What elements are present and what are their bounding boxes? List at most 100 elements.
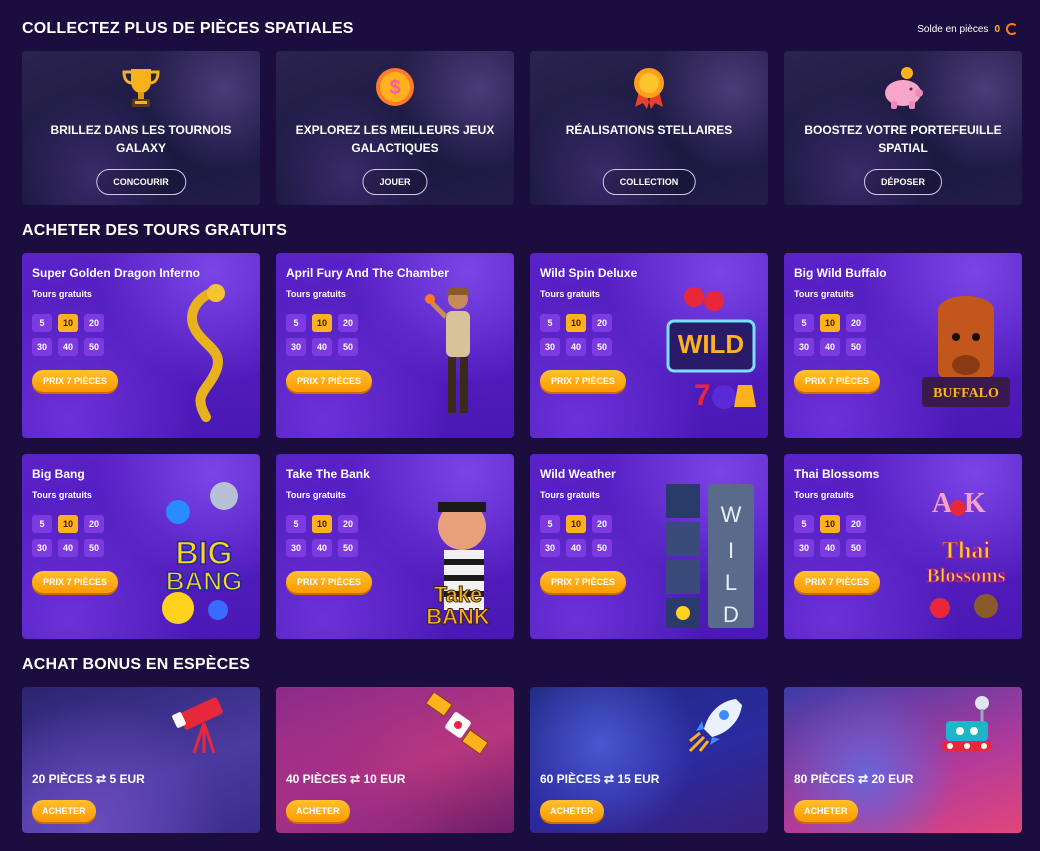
spin-option-5[interactable]: 5 xyxy=(286,314,306,332)
spin-option-30[interactable]: 30 xyxy=(794,539,814,557)
spin-option-30[interactable]: 30 xyxy=(286,338,306,356)
buy-button[interactable]: ACHETER xyxy=(286,800,350,822)
spin-option-10[interactable]: 10 xyxy=(58,314,78,332)
spin-option-10[interactable]: 10 xyxy=(566,515,586,533)
spin-option-30[interactable]: 30 xyxy=(32,539,52,557)
spin-option-50[interactable]: 50 xyxy=(84,338,104,356)
card-label: RÉALISATIONS STELLAIRES xyxy=(565,123,733,137)
spin-option-10[interactable]: 10 xyxy=(820,314,840,332)
spin-option-50[interactable]: 50 xyxy=(592,539,612,557)
price-button[interactable]: PRIX 7 PIÈCES xyxy=(32,370,119,392)
loading-spinner-icon xyxy=(1006,23,1018,35)
card-label: BOOSTEZ VOTRE PORTEFEUILLE SPATIAL xyxy=(804,123,1002,155)
spin-option-10[interactable]: 10 xyxy=(820,515,840,533)
bonus-card-60[interactable]: 60 PIÈCES ⇄ 15 EUR ACHETER xyxy=(530,687,768,833)
rover-icon xyxy=(942,696,992,751)
compete-button[interactable]: CONCOURIR xyxy=(96,169,186,195)
bonus-card-80[interactable]: 80 PIÈCES ⇄ 20 EUR ACHETER xyxy=(784,687,1022,833)
spin-option-40[interactable]: 40 xyxy=(820,539,840,557)
spin-option-40[interactable]: 40 xyxy=(820,338,840,356)
spin-options: 5 10 20 30 40 50 xyxy=(286,515,358,557)
spin-option-20[interactable]: 20 xyxy=(592,515,612,533)
svg-text:I: I xyxy=(728,538,734,563)
spin-option-5[interactable]: 5 xyxy=(286,515,306,533)
bonus-card-40[interactable]: 40 PIÈCES ⇄ 10 EUR ACHETER xyxy=(276,687,514,833)
spin-option-50[interactable]: 50 xyxy=(592,338,612,356)
spin-option-5[interactable]: 5 xyxy=(540,314,560,332)
spin-option-30[interactable]: 30 xyxy=(540,539,560,557)
spin-option-20[interactable]: 20 xyxy=(84,314,104,332)
spin-option-20[interactable]: 20 xyxy=(338,515,358,533)
game-title: April Fury And The Chamber xyxy=(286,266,449,280)
price-button[interactable]: PRIX 7 PIÈCES xyxy=(286,370,373,392)
game-card[interactable]: Big Wild Buffalo Tours gratuits 5 10 20 30 40 5… xyxy=(784,253,1022,438)
buy-button[interactable]: ACHETER xyxy=(540,800,604,822)
spin-option-5[interactable]: 5 xyxy=(540,515,560,533)
telescope-icon xyxy=(172,697,223,754)
rocket-icon xyxy=(688,699,742,753)
spin-option-30[interactable]: 30 xyxy=(540,338,560,356)
deposit-button[interactable]: DÉPOSER xyxy=(863,169,943,195)
price-button[interactable]: PRIX 7 PIÈCES xyxy=(540,370,627,392)
exchange-arrow-icon: ⇄ xyxy=(604,772,615,786)
game-card[interactable]: Big Bang Tours gratuits 5 10 20 30 40 50 PRIX 7 … xyxy=(22,454,260,639)
card-tournaments[interactable]: BRILLEZ DANS LES TOURNOIS GALAXY CONCOUR… xyxy=(22,51,260,205)
medal-icon xyxy=(634,68,664,109)
spin-option-30[interactable]: 30 xyxy=(286,539,306,557)
spin-option-40[interactable]: 40 xyxy=(566,539,586,557)
card-wallet[interactable]: BOOSTEZ VOTRE PORTEFEUILLE SPATIAL DÉPOS… xyxy=(784,51,1022,205)
spin-option-50[interactable]: 50 xyxy=(846,539,866,557)
card-games[interactable]: $ EXPLOREZ LES MEILLEURS JEUX GALACTIQUE… xyxy=(276,51,514,205)
game-card[interactable]: Wild Spin Deluxe Tours gratuits 5 10 20 30 40 5… xyxy=(530,253,768,438)
spin-option-10[interactable]: 10 xyxy=(312,515,332,533)
spin-option-40[interactable]: 40 xyxy=(566,338,586,356)
spin-option-10[interactable]: 10 xyxy=(312,314,332,332)
svg-text:Blossoms: Blossoms xyxy=(927,565,1006,587)
play-button[interactable]: JOUER xyxy=(362,169,428,195)
bonus-card-20[interactable]: 20 PIÈCES ⇄ 5 EUR ACHETER xyxy=(22,687,260,833)
price-button[interactable]: PRIX 7 PIÈCES xyxy=(794,571,881,593)
spin-option-5[interactable]: 5 xyxy=(32,515,52,533)
price-button[interactable]: PRIX 7 PIÈCES xyxy=(286,571,373,593)
collection-button[interactable]: COLLECTION xyxy=(602,169,696,195)
spin-option-20[interactable]: 20 xyxy=(338,314,358,332)
spin-option-5[interactable]: 5 xyxy=(794,314,814,332)
spin-option-50[interactable]: 50 xyxy=(846,338,866,356)
spin-option-10[interactable]: 10 xyxy=(58,515,78,533)
spin-option-40[interactable]: 40 xyxy=(312,338,332,356)
buy-button[interactable]: ACHETER xyxy=(32,800,96,822)
spin-option-20[interactable]: 20 xyxy=(592,314,612,332)
spin-option-30[interactable]: 30 xyxy=(32,338,52,356)
spin-options: 5 10 20 30 40 50 xyxy=(32,515,104,557)
card-achievements[interactable]: RÉALISATIONS STELLAIRES COLLECTION xyxy=(530,51,768,205)
spin-option-40[interactable]: 40 xyxy=(312,539,332,557)
game-card[interactable]: Super Golden Dragon Inferno Tours gratuit… xyxy=(22,253,260,438)
free-spins-label: Tours gratuits xyxy=(540,289,600,299)
card-label: BRILLEZ DANS LES TOURNOIS GALAXY xyxy=(50,123,232,155)
game-title: Big Wild Buffalo xyxy=(794,266,887,280)
spin-options: 5 10 20 30 40 50 xyxy=(32,314,104,356)
price-button[interactable]: PRIX 7 PIÈCES xyxy=(32,571,119,593)
spin-option-50[interactable]: 50 xyxy=(338,539,358,557)
wild-cherries-icon: WILD 7 xyxy=(666,287,756,412)
spin-option-50[interactable]: 50 xyxy=(84,539,104,557)
spin-option-30[interactable]: 30 xyxy=(794,338,814,356)
game-card[interactable]: Take The Bank Tours gratuits 5 10 20 30 40 50 PR… xyxy=(276,454,514,639)
spin-option-20[interactable]: 20 xyxy=(846,314,866,332)
game-card[interactable]: Thai Blossoms Tours gratuits 5 10 20 30 40 50 PR… xyxy=(784,454,1022,639)
spin-option-20[interactable]: 20 xyxy=(846,515,866,533)
spin-option-5[interactable]: 5 xyxy=(32,314,52,332)
spin-option-10[interactable]: 10 xyxy=(566,314,586,332)
spin-option-40[interactable]: 40 xyxy=(58,338,78,356)
spin-option-50[interactable]: 50 xyxy=(338,338,358,356)
price-button[interactable]: PRIX 7 PIÈCES xyxy=(540,571,627,593)
spin-option-40[interactable]: 40 xyxy=(58,539,78,557)
game-card[interactable]: Wild Weather Tours gratuits 5 10 20 30 40 50 PRI… xyxy=(530,454,768,639)
price-button[interactable]: PRIX 7 PIÈCES xyxy=(794,370,881,392)
buy-button[interactable]: ACHETER xyxy=(794,800,858,822)
spin-option-20[interactable]: 20 xyxy=(84,515,104,533)
piggy-bank-icon xyxy=(885,67,923,109)
page-title: COLLECTEZ PLUS DE PIÈCES SPATIALES xyxy=(22,20,354,37)
game-card[interactable]: April Fury And The Chamber Tours gratuits… xyxy=(276,253,514,438)
spin-option-5[interactable]: 5 xyxy=(794,515,814,533)
